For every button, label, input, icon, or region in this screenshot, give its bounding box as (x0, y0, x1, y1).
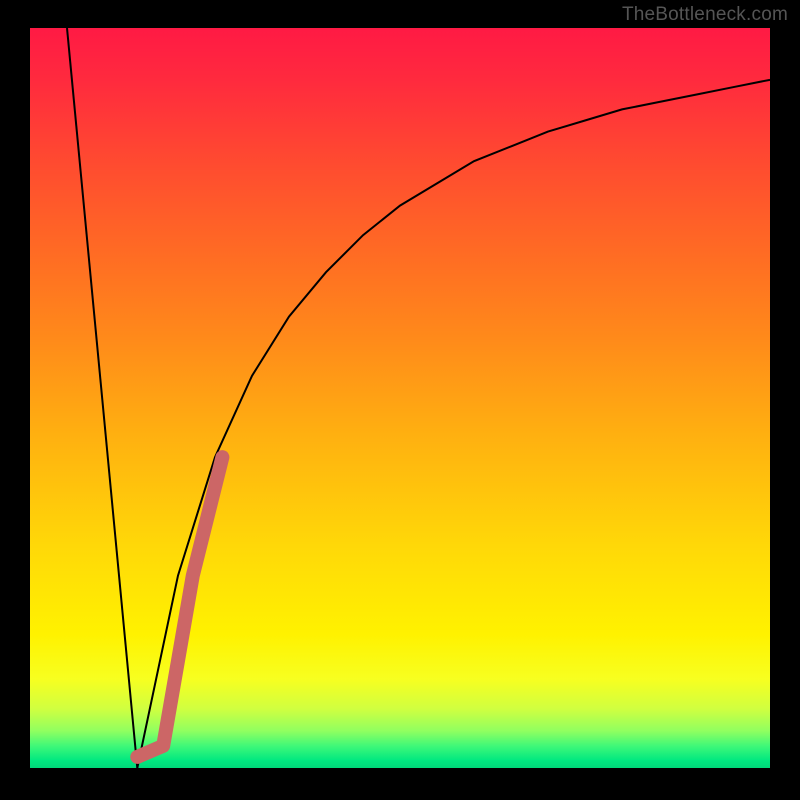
chart-root: TheBottleneck.com (0, 0, 800, 800)
chart-svg (0, 0, 800, 800)
watermark-label: TheBottleneck.com (622, 4, 788, 26)
plot-background (30, 28, 770, 768)
